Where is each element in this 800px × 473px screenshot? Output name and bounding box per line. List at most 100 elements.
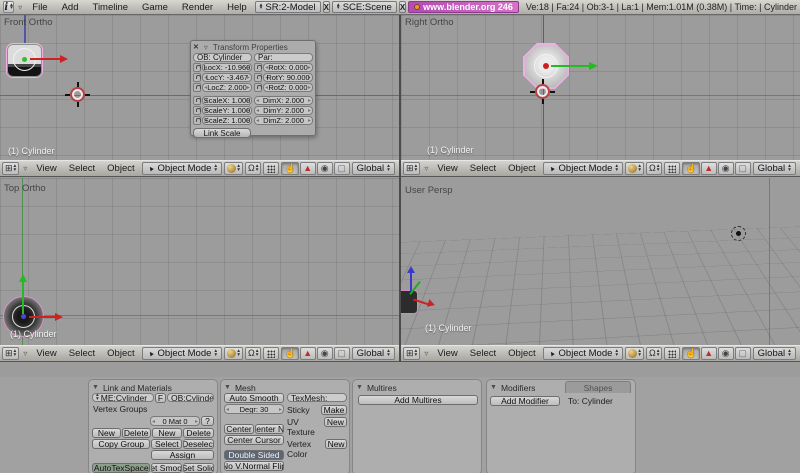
header-collapse-icon[interactable]: ▿ (21, 164, 29, 173)
x-manipulator-arrow[interactable] (30, 58, 60, 60)
menu-view[interactable]: View (432, 163, 462, 174)
orientation-dropdown[interactable]: Global (352, 162, 395, 175)
lock-icon[interactable] (193, 83, 201, 92)
orientation-dropdown[interactable]: Global (753, 347, 796, 360)
add-multires-button[interactable]: Add Multires (358, 395, 478, 405)
header-collapse-icon[interactable]: ▿ (21, 349, 29, 358)
browse-icon[interactable] (96, 394, 99, 401)
center-cursor-button[interactable]: Center Cursor (224, 435, 284, 445)
menu-view[interactable]: View (31, 163, 61, 174)
manipulator-hand-button[interactable]: ☝ (281, 162, 298, 175)
transform-properties-panel[interactable]: ✕ ▿ Transform Properties OB: Cylinder Pa… (190, 40, 316, 136)
scalez-field[interactable]: ScaleZ: 1.000 (202, 116, 252, 125)
scene-selector[interactable]: SCE:Scene (332, 1, 397, 13)
panel-collapse-icon[interactable]: ▿ (202, 43, 210, 52)
panel-collapse-icon[interactable]: ▼ (356, 384, 363, 391)
lamp-object[interactable] (731, 226, 746, 241)
dimy-field[interactable]: DimY: 2.000 (254, 106, 313, 115)
lock-icon[interactable] (193, 106, 201, 115)
panel-header[interactable]: ▼ Mesh (224, 382, 346, 393)
menu-object[interactable]: Object (102, 348, 139, 359)
no-vnormal-flip-toggle[interactable]: No V.Normal Flip (224, 461, 284, 471)
viewport-user[interactable]: User Persp (1) Cylinder (401, 178, 800, 345)
vgroup-new-button[interactable]: New (92, 428, 121, 438)
mode-dropdown[interactable]: ▲ Object Mode (543, 347, 624, 360)
pivot-dropdown[interactable]: Ω (245, 347, 262, 360)
draw-type-dropdown[interactable] (625, 347, 644, 360)
lock-icon[interactable] (193, 73, 201, 82)
mat-select-button[interactable]: Select (151, 439, 182, 449)
menu-select[interactable]: Select (64, 348, 100, 359)
assign-button[interactable]: Assign (151, 450, 214, 460)
manipulator-scale-button[interactable]: ▢ (334, 162, 350, 175)
center-button[interactable]: Center (224, 424, 254, 434)
mat-deselect-button[interactable]: Deselect (183, 439, 214, 449)
double-sided-toggle[interactable]: Double Sided (224, 450, 284, 460)
locy-field[interactable]: LocY: -3.467 (202, 73, 252, 82)
pivot-dropdown[interactable]: Ω (646, 347, 663, 360)
link-scale-button[interactable]: Link Scale (193, 128, 251, 138)
menu-timeline[interactable]: Timeline (87, 2, 135, 13)
menu-help[interactable]: Help (221, 2, 253, 13)
manipulator-translate-button[interactable]: ▲ (300, 162, 316, 175)
lock-icon[interactable] (193, 116, 201, 125)
menu-render[interactable]: Render (176, 2, 219, 13)
menu-view[interactable]: View (31, 348, 61, 359)
manipulator-translate-button[interactable]: ▲ (701, 162, 717, 175)
mode-dropdown[interactable]: ▲ Object Mode (543, 162, 624, 175)
viewport-top[interactable]: Top Ortho (1) Cylinder (0, 178, 399, 345)
material-index-field[interactable]: 0 Mat 0 (150, 416, 200, 426)
x-manipulator-arrow[interactable] (29, 316, 55, 318)
menu-game[interactable]: Game (136, 2, 174, 13)
menu-object[interactable]: Object (102, 163, 139, 174)
uv-texture-new-button[interactable]: New (324, 417, 347, 427)
header-collapse-icon[interactable]: ▿ (422, 349, 430, 358)
lock-icon[interactable] (193, 63, 201, 72)
manipulator-hand-button[interactable]: ☝ (682, 162, 699, 175)
blender-logo-button[interactable] (3, 1, 14, 13)
close-icon[interactable]: ✕ (193, 43, 199, 51)
transform-panel-header[interactable]: ✕ ▿ Transform Properties (193, 42, 313, 52)
ob-name-field[interactable]: OB: Cylinder (193, 53, 252, 62)
manipulator-scale-button[interactable]: ▢ (735, 347, 751, 360)
manipulator-rotate-button[interactable]: ◉ (718, 347, 734, 360)
lock-icon[interactable] (254, 63, 262, 72)
dimz-field[interactable]: DimZ: 2.000 (254, 116, 313, 125)
sticky-make-button[interactable]: Make (321, 405, 347, 415)
panel-header[interactable]: ▼ Multires (356, 382, 478, 393)
lock-icon[interactable] (193, 96, 201, 105)
manipulator-hand-button[interactable]: ☝ (682, 347, 699, 360)
menu-select[interactable]: Select (465, 348, 501, 359)
header-collapse-icon[interactable]: ▿ (16, 3, 24, 12)
panel-collapse-icon[interactable]: ▼ (490, 384, 497, 391)
y-manipulator-arrow[interactable] (22, 282, 24, 314)
roty-field[interactable]: RotY: 90.000 (263, 73, 313, 82)
menu-file[interactable]: File (26, 2, 53, 13)
draw-type-dropdown[interactable] (224, 347, 243, 360)
pivot-dropdown[interactable]: Ω (245, 162, 262, 175)
manipulator-rotate-button[interactable]: ◉ (718, 162, 734, 175)
panel-header[interactable]: ▼ Link and Materials (92, 382, 214, 393)
snap-button[interactable] (664, 347, 680, 360)
mat-delete-button[interactable]: Delete (183, 428, 214, 438)
auto-smooth-toggle[interactable]: Auto Smooth (224, 393, 284, 403)
mesh-datablock-field[interactable]: ME:Cylinder (92, 393, 154, 402)
material-help-button[interactable]: ? (201, 416, 214, 426)
menu-select[interactable]: Select (465, 163, 501, 174)
menu-view[interactable]: View (432, 348, 462, 359)
editor-type-dropdown[interactable]: ⊞ (403, 347, 420, 360)
manipulator-scale-button[interactable]: ▢ (735, 162, 751, 175)
viewport-right[interactable]: Right Ortho (1) Cylinder (401, 15, 800, 160)
autotexspace-toggle[interactable]: AutoTexSpace (92, 463, 150, 473)
rotz-field[interactable]: RotZ: 0.000 (263, 83, 313, 92)
shapes-tab[interactable]: Shapes (565, 381, 631, 393)
rotx-field[interactable]: RotX: 0.000 (263, 63, 313, 72)
orientation-dropdown[interactable]: Global (352, 347, 395, 360)
editor-type-dropdown[interactable]: ⊞ (403, 162, 420, 175)
fake-user-button[interactable]: F (155, 393, 166, 403)
snap-button[interactable] (664, 162, 680, 175)
manipulator-rotate-button[interactable]: ◉ (317, 347, 333, 360)
dimx-field[interactable]: DimX: 2.000 (254, 96, 313, 105)
menu-select[interactable]: Select (64, 163, 100, 174)
lock-icon[interactable] (254, 73, 262, 82)
